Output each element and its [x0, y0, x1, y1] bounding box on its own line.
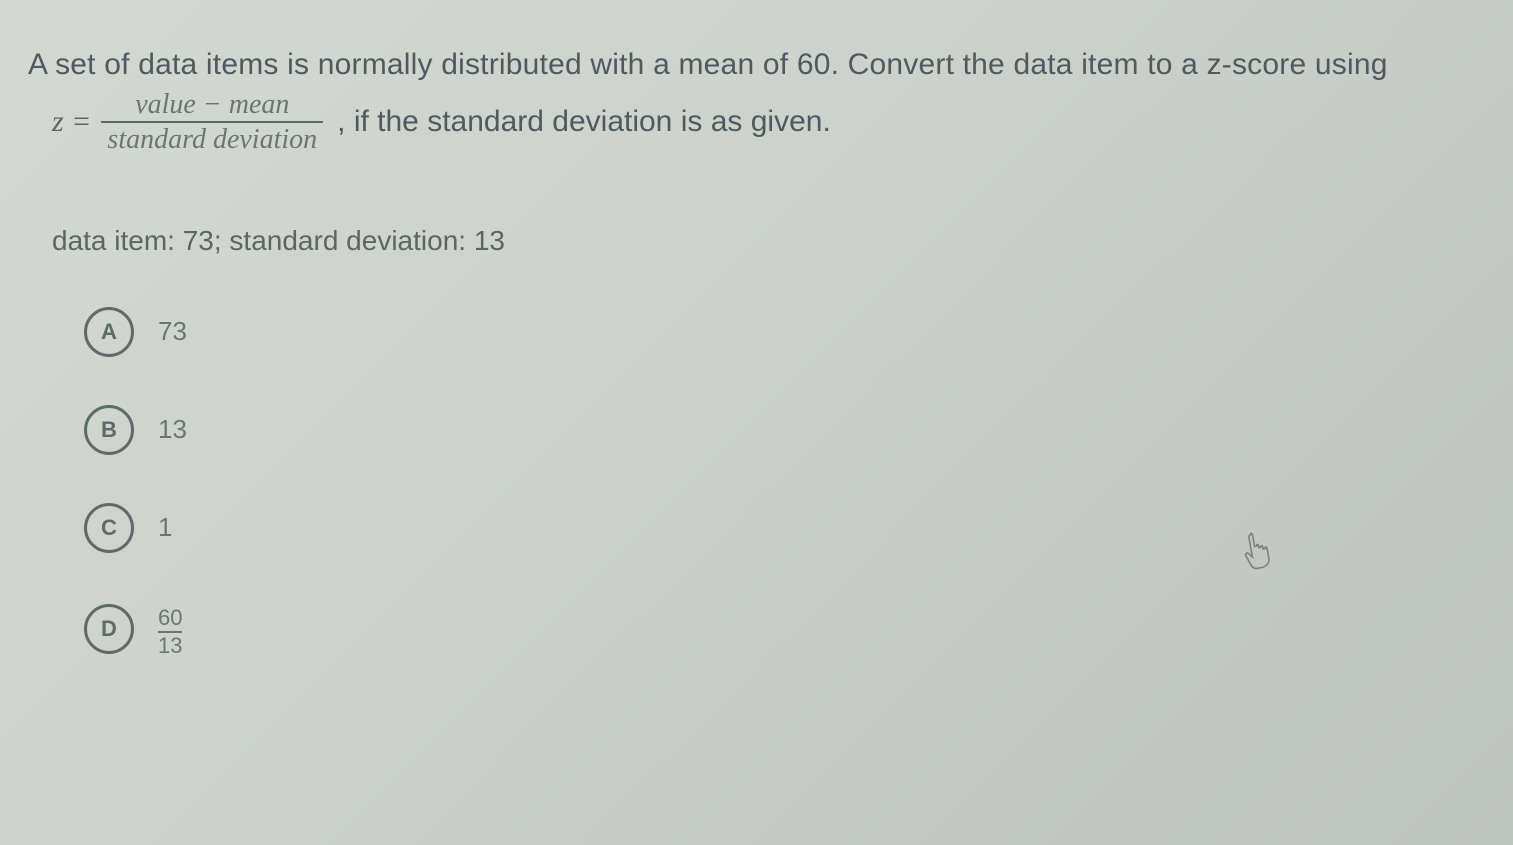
option-d[interactable]: D 60 13 — [84, 601, 1485, 657]
question-text-line1: A set of data items is normally distribu… — [28, 48, 1485, 82]
option-d-fraction: 60 13 — [158, 607, 182, 657]
option-d-text: 60 13 — [158, 601, 182, 657]
z-equals-label: z = — [52, 105, 91, 139]
formula-row: z = value − mean standard deviation , if… — [52, 90, 1485, 155]
option-letter-d: D — [84, 604, 134, 654]
option-d-frac-top: 60 — [158, 607, 182, 629]
fraction-bar — [101, 121, 323, 123]
data-item-line: data item: 73; standard deviation: 13 — [52, 225, 1485, 257]
option-letter-a: A — [84, 307, 134, 357]
options-list: A 73 B 13 C 1 D 60 13 — [84, 307, 1485, 657]
fraction-numerator: value − mean — [129, 90, 295, 119]
option-a-text: 73 — [158, 316, 187, 347]
option-b-text: 13 — [158, 414, 187, 445]
option-letter-c: C — [84, 503, 134, 553]
option-c-text: 1 — [158, 512, 172, 543]
question-text-after: , if the standard deviation is as given. — [337, 105, 831, 139]
fraction-denominator: standard deviation — [101, 125, 323, 154]
option-a[interactable]: A 73 — [84, 307, 1485, 357]
option-c[interactable]: C 1 — [84, 503, 1485, 553]
question-page: A set of data items is normally distribu… — [0, 0, 1513, 657]
formula-fraction: value − mean standard deviation — [101, 90, 323, 155]
option-letter-b: B — [84, 405, 134, 455]
option-d-frac-bot: 13 — [158, 635, 182, 657]
option-b[interactable]: B 13 — [84, 405, 1485, 455]
